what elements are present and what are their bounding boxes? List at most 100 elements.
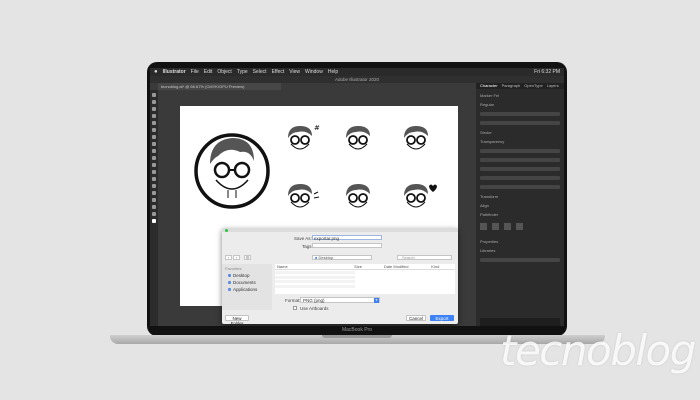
menu-type[interactable]: Type xyxy=(237,68,248,76)
font-family-field[interactable]: Marker Fel xyxy=(480,93,560,98)
menu-select[interactable]: Select xyxy=(253,68,267,76)
search-placeholder: Search xyxy=(402,255,415,260)
sidebar-item-documents[interactable]: Documents xyxy=(228,280,272,285)
pen-tool-icon[interactable] xyxy=(152,107,156,111)
search-field[interactable]: Search xyxy=(397,255,452,260)
pencil-tool-icon[interactable] xyxy=(152,142,156,146)
use-artboards-checkbox[interactable] xyxy=(293,306,297,310)
transform-section-title[interactable]: Transform xyxy=(480,194,560,199)
sidebar-item-applications[interactable]: Applications xyxy=(228,287,272,292)
window-title: Adobe Illustrator 2020 xyxy=(150,76,564,83)
stroke-weight-row[interactable] xyxy=(480,149,560,153)
libraries-section-title[interactable]: Libraries xyxy=(480,248,560,253)
watermark-logo: tecnoblog xyxy=(500,326,696,375)
fill-stroke-icon[interactable] xyxy=(152,219,156,223)
library-search-row[interactable] xyxy=(480,258,560,262)
menu-help[interactable]: Help xyxy=(328,68,338,76)
warp-tool-icon[interactable] xyxy=(152,170,156,174)
menu-window[interactable]: Window xyxy=(305,68,323,76)
stroke-dash-row[interactable] xyxy=(480,167,560,171)
new-folder-button[interactable]: New Folder xyxy=(225,315,249,324)
tab-character[interactable]: Character xyxy=(480,83,498,89)
tags-input[interactable] xyxy=(312,243,382,248)
shape-builder-tool-icon[interactable] xyxy=(152,177,156,181)
selection-tool-icon[interactable] xyxy=(152,93,156,97)
character-panel-tabs: Character Paragraph OpenType Layers xyxy=(476,83,564,89)
back-button[interactable]: ‹ xyxy=(225,255,232,260)
sidebar-item-label: Desktop xyxy=(233,273,250,278)
stroke-section-title[interactable]: Stroke xyxy=(480,130,560,135)
export-dialog: Save As: exportar.png Tags: ‹ › ☰ ■ Desk… xyxy=(222,228,458,324)
eyedropper-tool-icon[interactable] xyxy=(152,191,156,195)
stroke-cap-row[interactable] xyxy=(480,158,560,162)
cancel-button[interactable]: Cancel xyxy=(406,315,426,321)
save-as-label: Save As: xyxy=(294,236,312,241)
document-tab[interactable]: tecnoblog.ai* @ 66.67% (CMYK/GPU Preview… xyxy=(158,83,281,90)
tab-layers[interactable]: Layers xyxy=(547,83,559,89)
eraser-tool-icon[interactable] xyxy=(152,149,156,153)
sidebar-item-label: Documents xyxy=(233,280,256,285)
svg-text:#: # xyxy=(314,124,320,132)
unite-icon[interactable] xyxy=(480,223,487,230)
arrowheads-row[interactable] xyxy=(480,176,560,180)
properties-section-title[interactable]: Properties xyxy=(480,239,560,244)
brush-tool-icon[interactable] xyxy=(152,135,156,139)
apple-icon[interactable]: ● xyxy=(154,68,158,76)
avatar-sticker-2 xyxy=(346,126,370,150)
column-size[interactable]: Size xyxy=(354,264,384,269)
font-size-row[interactable] xyxy=(480,112,560,116)
menubar-clock[interactable]: Fri 6:32 PM xyxy=(534,68,560,76)
export-button[interactable]: Export xyxy=(430,315,454,321)
transparency-section-title[interactable]: Transparency xyxy=(480,139,560,144)
window-zoom-icon[interactable] xyxy=(225,229,228,232)
desktop-icon xyxy=(228,274,231,277)
sidebar-item-label: Applications xyxy=(233,287,258,292)
hand-tool-icon[interactable] xyxy=(152,205,156,209)
avatar-sticker-3 xyxy=(404,126,428,150)
type-tool-icon[interactable] xyxy=(152,114,156,118)
save-as-input[interactable]: exportar.png xyxy=(312,235,382,241)
blend-tool-icon[interactable] xyxy=(152,198,156,202)
rotate-tool-icon[interactable] xyxy=(152,156,156,160)
menu-edit[interactable]: Edit xyxy=(204,68,213,76)
font-style-field[interactable]: Regular xyxy=(480,102,560,107)
menu-app-name[interactable]: Illustrator xyxy=(163,68,186,76)
format-select[interactable]: PNG (png) ▾ xyxy=(300,297,380,303)
format-label: Format: xyxy=(285,298,301,303)
scale-tool-icon[interactable] xyxy=(152,163,156,167)
minus-front-icon[interactable] xyxy=(492,223,499,230)
sidebar-item-desktop[interactable]: Desktop xyxy=(228,273,272,278)
rectangle-tool-icon[interactable] xyxy=(152,128,156,132)
menu-view[interactable]: View xyxy=(289,68,300,76)
finder-sidebar: Favorites Desktop Documents Applications xyxy=(222,264,272,310)
intersect-icon[interactable] xyxy=(504,223,511,230)
chevron-down-icon: ▾ xyxy=(374,298,379,303)
column-kind[interactable]: Kind xyxy=(431,264,455,269)
location-popup[interactable]: ■ Desktop xyxy=(312,255,372,260)
forward-button[interactable]: › xyxy=(233,255,240,260)
avatar-sticker-4 xyxy=(288,184,320,208)
use-artboards-label: Use Artboards xyxy=(300,306,329,311)
menu-file[interactable]: File xyxy=(191,68,199,76)
laptop-screen: ● Illustrator File Edit Object Type Sele… xyxy=(150,68,564,326)
menu-object[interactable]: Object xyxy=(217,68,231,76)
gradient-tool-icon[interactable] xyxy=(152,184,156,188)
menu-effect[interactable]: Effect xyxy=(272,68,285,76)
list-item[interactable] xyxy=(275,284,455,289)
location-label: Desktop xyxy=(318,255,334,260)
column-name[interactable]: Name xyxy=(275,264,354,269)
large-avatar-portrait xyxy=(194,133,270,209)
zoom-tool-icon[interactable] xyxy=(152,212,156,216)
column-date-modified[interactable]: Date Modified xyxy=(384,264,431,269)
tab-opentype[interactable]: OpenType xyxy=(524,83,542,89)
profile-row[interactable] xyxy=(480,185,560,189)
view-mode-button[interactable]: ☰ xyxy=(244,255,251,260)
line-tool-icon[interactable] xyxy=(152,121,156,125)
exclude-icon[interactable] xyxy=(516,223,523,230)
align-section-title[interactable]: Align xyxy=(480,203,560,208)
tab-paragraph[interactable]: Paragraph xyxy=(502,83,521,89)
applications-icon xyxy=(228,288,231,291)
tracking-row[interactable] xyxy=(480,121,560,125)
file-list[interactable]: Name Size Date Modified Kind xyxy=(275,264,455,294)
direct-selection-tool-icon[interactable] xyxy=(152,100,156,104)
